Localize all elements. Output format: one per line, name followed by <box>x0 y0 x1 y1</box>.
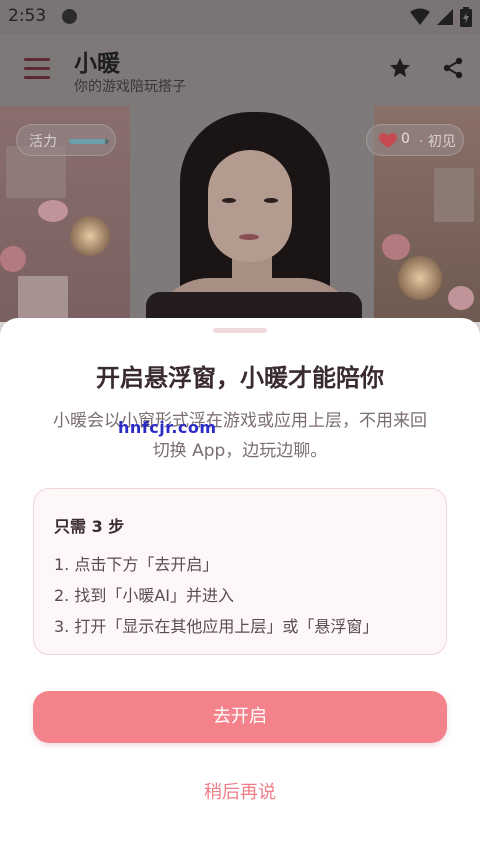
description-line-2: 切换 App，边玩边聊。 <box>152 441 328 461</box>
step-item: 1. 点击下方「去开启」 <box>54 555 219 574</box>
menu-icon[interactable] <box>24 58 50 80</box>
sheet-title: 开启悬浮窗，小暖才能陪你 <box>96 364 384 392</box>
affinity-level: · 初见 <box>419 134 456 150</box>
app-subtitle: 你的游戏陪玩搭子 <box>74 79 186 95</box>
enable-button[interactable]: 去开启 <box>33 691 447 743</box>
watermark: hnfcjr.com <box>118 418 217 437</box>
character-scene: 活力 0 · 初见 <box>0 106 480 322</box>
wifi-icon <box>410 8 430 25</box>
step-item: 3. 打开「显示在其他应用上层」或「悬浮窗」 <box>54 617 379 636</box>
status-icons <box>410 7 472 27</box>
affinity-value: 0 <box>401 131 410 147</box>
heart-icon <box>379 133 397 148</box>
affinity-chip: 0 · 初见 <box>366 124 464 156</box>
character-eye-right <box>264 198 278 203</box>
app-title: 小暖 <box>74 51 120 77</box>
character-eye-left <box>222 198 236 203</box>
signal-icon <box>437 9 453 25</box>
description-line-1: 小暖会以小窗形式浮在游戏或应用上层，不用来回 <box>53 411 427 431</box>
energy-chip: 活力 <box>16 124 116 156</box>
energy-label: 活力 <box>29 134 57 150</box>
later-button[interactable]: 稍后再说 <box>0 778 480 804</box>
status-bar: 2:53 <box>0 0 480 34</box>
battery-icon <box>460 7 472 27</box>
sheet-description: 小暖会以小窗形式浮在游戏或应用上层，不用来回 切换 App，边玩边聊。 <box>32 406 448 466</box>
app-bar: 小暖 你的游戏陪玩搭子 <box>0 34 480 106</box>
floating-window-permission-sheet: 开启悬浮窗，小暖才能陪你 小暖会以小窗形式浮在游戏或应用上层，不用来回 切换 A… <box>0 318 480 853</box>
share-icon[interactable] <box>441 56 465 80</box>
status-time: 2:53 <box>8 6 47 26</box>
step-item: 2. 找到「小暖AI」并进入 <box>54 586 235 605</box>
energy-bar <box>69 139 109 144</box>
character-face <box>208 150 292 262</box>
steps-card: 只需 3 步 1. 点击下方「去开启」 2. 找到「小暖AI」并进入 3. 打开… <box>33 488 447 655</box>
drag-handle[interactable] <box>213 328 267 333</box>
steps-title: 只需 3 步 <box>54 517 125 536</box>
energy-bar-fill <box>69 139 105 144</box>
record-dot-icon <box>62 9 77 24</box>
star-icon[interactable] <box>388 56 412 80</box>
character-lips <box>239 234 259 240</box>
